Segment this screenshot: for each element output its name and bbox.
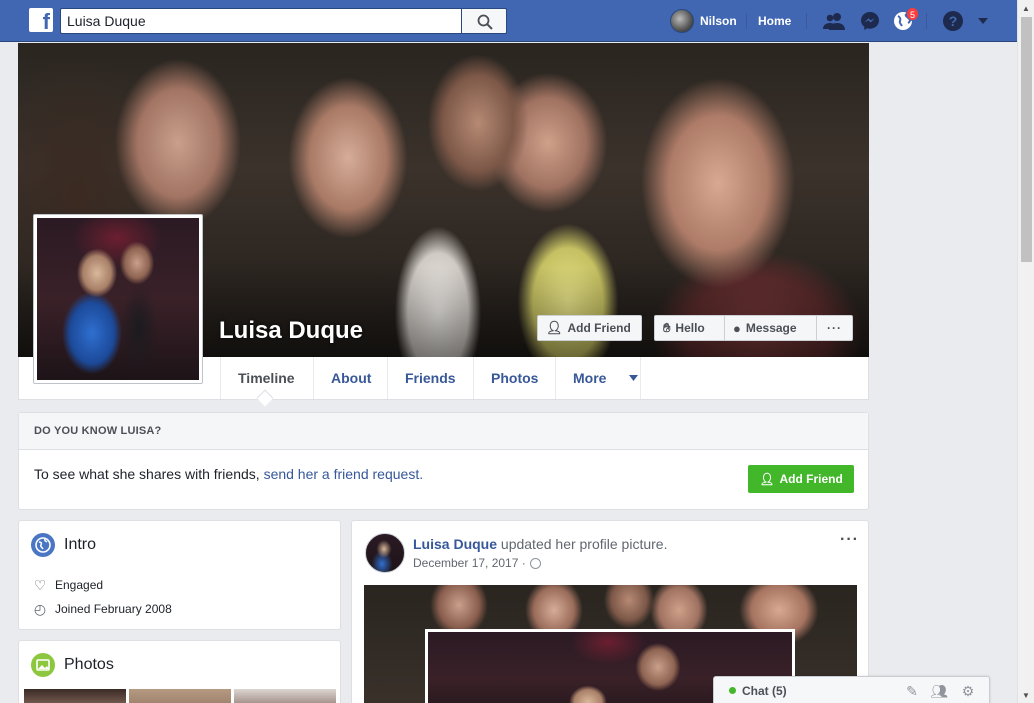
tab-photos[interactable]: Photos	[473, 357, 555, 399]
notifications-badge: 5	[906, 7, 920, 21]
post-date-text: December 17, 2017 ·	[413, 556, 526, 570]
intro-card: Intro ♡ Engaged ◴ Joined February 2008	[18, 520, 341, 630]
more-options-button[interactable]: ···	[816, 315, 853, 341]
add-friend-label: Add Friend	[567, 321, 631, 335]
public-globe-icon	[529, 557, 541, 569]
do-you-know-box: DO YOU KNOW LUISA? To see what she share…	[18, 412, 869, 510]
search-bar	[60, 8, 507, 34]
post-header: Luisa Duque updated her profile picture.	[413, 536, 667, 552]
more-dots-icon: ···	[827, 321, 842, 335]
nav-home-link[interactable]: Home	[758, 14, 791, 28]
svg-text:?: ?	[949, 13, 958, 29]
account-menu-chevron-down-icon[interactable]	[976, 14, 990, 28]
search-icon	[477, 14, 493, 30]
nav-user-name: Nilson	[700, 14, 737, 28]
messenger-icon: ●	[733, 320, 741, 336]
chevron-down-icon	[629, 375, 638, 381]
profile-picture-image	[37, 218, 199, 380]
profile-picture[interactable]	[33, 214, 203, 384]
photos-icon	[31, 653, 55, 677]
friend-requests-icon[interactable]	[823, 10, 845, 32]
intro-joined: Joined February 2008	[55, 602, 172, 616]
hello-label: Hello	[675, 321, 705, 335]
top-bar: f Nilson Home 5 ?	[0, 0, 1034, 42]
clock-icon: ◴	[33, 601, 47, 617]
globe-icon	[31, 533, 55, 557]
tab-more-label: More	[573, 370, 607, 386]
chat-bar[interactable]: Chat (5) ✎ 👥︎ ⚙	[713, 676, 990, 703]
scroll-down-icon[interactable]: ▼	[1022, 691, 1030, 700]
facebook-logo-icon[interactable]: f	[29, 8, 53, 32]
do-you-know-title: DO YOU KNOW LUISA?	[19, 413, 868, 450]
photo-thumbnail[interactable]	[234, 689, 336, 703]
photos-card: Photos	[18, 640, 341, 703]
add-friend-green-button[interactable]: 👤︎ Add Friend	[748, 465, 854, 493]
heart-icon: ♡	[33, 577, 47, 593]
group-icon[interactable]: 👥︎	[930, 682, 948, 700]
scroll-up-icon[interactable]: ▲	[1022, 4, 1030, 13]
add-friend-icon: 👤︎	[759, 472, 775, 486]
tab-friends[interactable]: Friends	[387, 357, 473, 399]
avatar	[670, 9, 694, 33]
message-button[interactable]: ● Message	[724, 315, 817, 341]
photo-thumbnail[interactable]	[129, 689, 231, 703]
new-message-icon[interactable]: ✎	[903, 682, 921, 700]
chat-label: Chat (5)	[742, 684, 787, 698]
post-action-text: updated her profile picture.	[497, 536, 668, 552]
profile-name[interactable]: Luisa Duque	[219, 317, 363, 345]
do-you-know-text: To see what she shares with friends, sen…	[34, 466, 423, 482]
search-input[interactable]	[61, 9, 456, 33]
page-scrollbar[interactable]: ▲ ▼	[1017, 0, 1034, 703]
nav-profile-link[interactable]: Nilson	[670, 9, 737, 33]
photo-thumbnail[interactable]	[24, 689, 126, 703]
messenger-icon[interactable]	[859, 10, 881, 32]
wave-hand-icon: ✋︎	[663, 320, 671, 335]
add-friend-icon: 👤︎	[546, 320, 563, 335]
nav-divider	[746, 13, 747, 29]
nav-divider	[926, 13, 927, 29]
send-friend-request-link[interactable]: send her a friend request.	[264, 466, 424, 482]
add-friend-green-label: Add Friend	[779, 472, 843, 486]
nav-divider	[806, 13, 807, 29]
post-timestamp[interactable]: December 17, 2017 ·	[413, 556, 541, 570]
post-options-button[interactable]: ···	[840, 531, 859, 549]
online-status-icon	[729, 687, 736, 694]
tab-more[interactable]: More	[555, 357, 642, 399]
message-label: Message	[745, 321, 797, 335]
photos-title[interactable]: Photos	[64, 656, 114, 674]
search-button[interactable]	[461, 8, 507, 34]
gear-icon[interactable]: ⚙	[959, 682, 977, 700]
add-friend-button[interactable]: 👤︎ Add Friend	[537, 315, 642, 341]
intro-title: Intro	[64, 536, 97, 553]
do-you-know-message: To see what she shares with friends,	[34, 466, 264, 482]
avatar[interactable]	[365, 533, 405, 573]
post-author-link[interactable]: Luisa Duque	[413, 536, 497, 552]
intro-relationship: Engaged	[55, 578, 104, 592]
scroll-thumb[interactable]	[1021, 17, 1032, 262]
help-icon[interactable]: ?	[942, 10, 964, 32]
hello-button[interactable]: ✋︎ Hello	[654, 315, 725, 341]
tab-about[interactable]: About	[313, 357, 388, 399]
